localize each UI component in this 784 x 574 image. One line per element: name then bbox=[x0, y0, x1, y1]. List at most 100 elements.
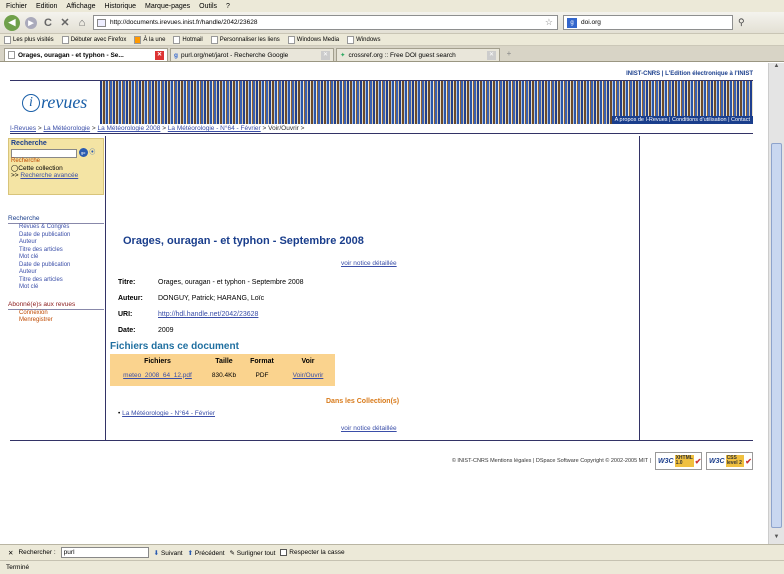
stop-icon[interactable]: ✕ bbox=[59, 16, 71, 29]
find-next-button[interactable]: ⬇ Suivant bbox=[154, 549, 183, 557]
detailed-notice-link[interactable]: voir notice détaillée bbox=[341, 260, 397, 267]
tab-crossref[interactable]: ✦ crossref.org :: Free DOI guest search … bbox=[336, 48, 500, 61]
advanced-search-link[interactable]: Recherche avancée bbox=[20, 172, 78, 179]
login-link[interactable]: Connexion bbox=[8, 310, 104, 318]
collections-list: • La Météorologie - N°64 - Février bbox=[118, 410, 215, 417]
sidebar-search-input[interactable] bbox=[11, 148, 77, 158]
forward-button[interactable]: ▶ bbox=[25, 16, 37, 29]
close-tab-icon[interactable]: ✕ bbox=[487, 50, 496, 60]
bookmark-item[interactable]: Windows Media bbox=[287, 35, 339, 44]
bookmark-item[interactable]: Windows bbox=[347, 35, 381, 44]
address-text: http://documents.irevues.inist.fr/handle… bbox=[110, 19, 258, 26]
browse-list: Revues & Congrès Date de publication Aut… bbox=[8, 224, 104, 292]
checkmark-icon: ✔ bbox=[745, 456, 752, 466]
home-icon[interactable]: ⌂ bbox=[76, 17, 88, 29]
highlight-all-button[interactable]: ✎ Surligner tout bbox=[230, 549, 276, 557]
sidebar-search-title: Recherche bbox=[11, 140, 47, 147]
menu-item-marque-pages[interactable]: Marque-pages bbox=[145, 3, 190, 10]
bookmark-item[interactable]: Débuter avec Firefox bbox=[61, 35, 126, 44]
scroll-up-icon[interactable]: ▲ bbox=[769, 63, 784, 73]
radio-collection[interactable]: ◯Cette collection bbox=[11, 164, 101, 172]
bookmark-item[interactable]: À la une bbox=[134, 35, 165, 44]
file-name-link[interactable]: meteo_2008_64_12.pdf bbox=[123, 372, 192, 379]
browse-link[interactable]: Revues & Congrès bbox=[8, 224, 104, 232]
w3c-css-badge[interactable]: W3C CSS level 2 ✔ bbox=[706, 452, 753, 470]
menu-item-fichier[interactable]: Fichier bbox=[6, 3, 27, 10]
google-icon: g bbox=[174, 51, 178, 59]
breadcrumb-link[interactable]: La Météorologie bbox=[43, 125, 90, 132]
browse-link[interactable]: Mot clé bbox=[8, 284, 104, 292]
banner-links[interactable]: A propos de I-Revues | Conditions d'util… bbox=[611, 116, 753, 124]
page-favicon-icon bbox=[97, 19, 106, 27]
detailed-notice-link-bottom[interactable]: voir notice détaillée bbox=[341, 425, 397, 432]
help-icon[interactable]: ⦿ bbox=[89, 150, 95, 156]
close-tab-icon[interactable]: ✕ bbox=[321, 50, 330, 60]
tab-strip: Orages, ouragan - et typhon - Se... ✕ g … bbox=[0, 46, 784, 62]
register-link[interactable]: Menregistrer bbox=[8, 317, 104, 325]
collection-link[interactable]: La Météorologie - N°64 - Février bbox=[122, 410, 215, 417]
find-prev-button[interactable]: ⬆ Précédent bbox=[188, 549, 225, 557]
banner-image: A propos de I-Revues | Conditions d'util… bbox=[100, 81, 753, 124]
table-row: Titre: Orages, ouragan - et typhon - Sept… bbox=[118, 279, 304, 286]
w3c-xhtml-badge[interactable]: W3C XHTML 1.0 ✔ bbox=[655, 452, 702, 470]
address-bar[interactable]: http://documents.irevues.inist.fr/handle… bbox=[93, 15, 558, 30]
browse-link[interactable]: Date de publication bbox=[8, 232, 104, 240]
search-engine-icon[interactable]: g bbox=[567, 17, 577, 28]
uri-link[interactable]: http://hdl.handle.net/2042/23628 bbox=[158, 311, 258, 318]
footer-text[interactable]: © INIST-CNRS Mentions légales | DSpace S… bbox=[452, 458, 651, 464]
find-bar: ✕ Rechercher : ⬇ Suivant ⬆ Précédent ✎ S… bbox=[0, 544, 784, 560]
close-tab-icon[interactable]: ✕ bbox=[155, 50, 164, 60]
menu-item-help[interactable]: ? bbox=[226, 3, 230, 10]
back-button[interactable]: ◀ bbox=[4, 14, 20, 31]
navigation-toolbar: ◀ ▶ C ✕ ⌂ http://documents.irevues.inist… bbox=[0, 12, 784, 34]
menu-item-historique[interactable]: Historique bbox=[104, 3, 136, 10]
files-heading: Fichiers dans ce document bbox=[110, 341, 239, 352]
bookmark-star-icon[interactable]: ☆ bbox=[545, 17, 553, 28]
menu-item-outils[interactable]: Outils bbox=[199, 3, 217, 10]
browse-link[interactable]: Auteur bbox=[8, 239, 104, 247]
breadcrumb-link[interactable]: La Météorologie - N°64 - Février bbox=[168, 125, 261, 132]
browse-link[interactable]: Auteur bbox=[8, 269, 104, 277]
reload-icon[interactable]: C bbox=[42, 17, 54, 29]
irevues-logo[interactable]: i revues bbox=[10, 81, 100, 124]
bookmarks-toolbar: Les plus visités Débuter avec Firefox À … bbox=[0, 34, 784, 46]
search-go-icon[interactable]: ⚲ bbox=[738, 17, 750, 28]
sidebar-search-box: Recherche go ⦿ Recherche ◯Cette collecti… bbox=[8, 138, 104, 195]
footer-divider bbox=[10, 440, 753, 441]
scroll-down-icon[interactable]: ▼ bbox=[769, 534, 784, 544]
breadcrumb-link[interactable]: I-Revues bbox=[10, 125, 36, 132]
menu-item-affichage[interactable]: Affichage bbox=[66, 3, 95, 10]
view-open-link[interactable]: Voir/Ouvrir bbox=[293, 372, 324, 379]
search-go-button[interactable]: go bbox=[78, 147, 88, 157]
top-links[interactable]: INIST-CNRS | L'Edition électronique à l'… bbox=[10, 71, 753, 81]
menu-bar: Fichier Edition Affichage Historique Mar… bbox=[0, 0, 784, 12]
breadcrumb: I-Revues > La Météorologie > La Météorol… bbox=[10, 125, 753, 134]
vertical-scrollbar[interactable]: ▲ ▼ bbox=[768, 63, 784, 544]
find-label: Rechercher : bbox=[18, 549, 56, 556]
browse-link[interactable]: Titre des articles bbox=[8, 247, 104, 255]
tab-orages[interactable]: Orages, ouragan - et typhon - Se... ✕ bbox=[4, 48, 168, 61]
browse-link[interactable]: Date de publication bbox=[8, 262, 104, 270]
menu-item-edition[interactable]: Edition bbox=[36, 3, 57, 10]
breadcrumb-link[interactable]: La Météorologie 2008 bbox=[97, 125, 160, 132]
match-case-checkbox[interactable]: Respecter la casse bbox=[280, 548, 345, 556]
new-tab-icon[interactable]: + bbox=[502, 49, 516, 61]
bookmark-item[interactable]: Les plus visités bbox=[4, 35, 54, 44]
bookmark-page-icon bbox=[173, 35, 181, 44]
browse-link[interactable]: Mot clé bbox=[8, 254, 104, 262]
find-input[interactable] bbox=[60, 547, 149, 558]
search-engine-box[interactable]: g doi.org bbox=[563, 15, 733, 30]
bullet-icon: • bbox=[118, 410, 121, 417]
checkbox-icon bbox=[280, 548, 288, 556]
scrollbar-thumb[interactable] bbox=[771, 143, 782, 528]
tab-purl[interactable]: g purl.org/net/jarot - Recherche Google … bbox=[170, 48, 334, 61]
bookmark-item[interactable]: Personnaliser les liens bbox=[210, 35, 280, 44]
subscribers-heading: Abonné(e)s aux revues bbox=[8, 301, 104, 310]
crossref-icon: ✦ bbox=[340, 52, 346, 59]
close-find-icon[interactable]: ✕ bbox=[8, 549, 13, 557]
page-title: Orages, ouragan - et typhon - Septembre … bbox=[123, 235, 364, 247]
files-row: meteo_2008_64_12.pdf 830.4Kb PDF Voir/Ou… bbox=[123, 371, 324, 379]
page-viewport: INIST-CNRS | L'Edition électronique à l'… bbox=[0, 63, 768, 544]
bookmark-item[interactable]: Hotmail bbox=[173, 35, 203, 44]
browse-link[interactable]: Titre des articles bbox=[8, 277, 104, 285]
